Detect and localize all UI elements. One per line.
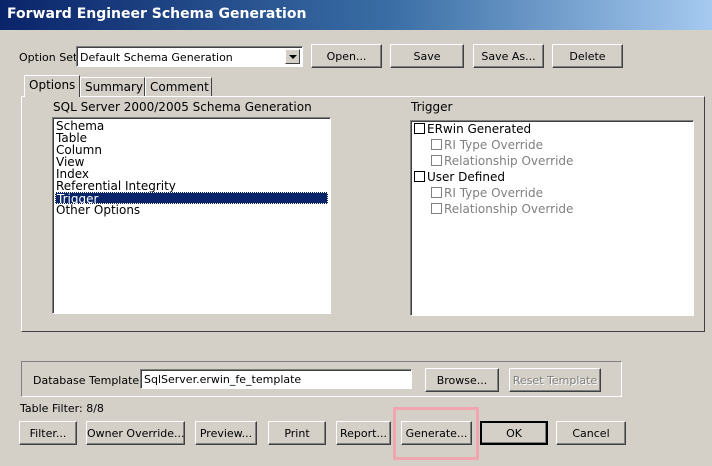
relationship-override-item-1: Relationship Override — [431, 154, 573, 170]
user-defined-item[interactable]: User Defined — [414, 170, 505, 186]
open-button[interactable]: Open... — [311, 44, 382, 68]
save-as-button[interactable]: Save As... — [473, 44, 544, 68]
relationship-override-item-2: Relationship Override — [431, 202, 573, 218]
ok-button[interactable]: OK — [480, 421, 548, 445]
relationship-override-checkbox-1 — [431, 155, 442, 166]
list-item-referential-integrity[interactable]: Referential Integrity — [55, 180, 328, 192]
relationship-override-checkbox-2 — [431, 203, 442, 214]
window-title: Forward Engineer Schema Generation — [0, 0, 712, 30]
right-tree-heading: Trigger — [411, 100, 453, 114]
chevron-down-icon[interactable] — [285, 49, 300, 64]
schema-options-list[interactable]: Schema Table Column View Index Referenti… — [52, 117, 331, 314]
list-item-view[interactable]: View — [55, 156, 328, 168]
ri-type-override-item-2: RI Type Override — [431, 186, 543, 202]
browse-button[interactable]: Browse... — [425, 368, 499, 392]
template-label: Database Template: — [33, 374, 143, 387]
owner-override-button[interactable]: Owner Override... — [86, 421, 185, 445]
cancel-button[interactable]: Cancel — [556, 421, 626, 445]
save-button[interactable]: Save — [390, 44, 464, 68]
ri-type-override-checkbox-1 — [431, 139, 442, 150]
template-field[interactable]: SqlServer.erwin_fe_template — [140, 369, 412, 389]
erwin-generated-item[interactable]: ERwin Generated — [414, 122, 531, 138]
ri-type-override-item-1: RI Type Override — [431, 138, 543, 154]
option-set-label: Option Set: — [19, 51, 81, 64]
erwin-generated-checkbox[interactable] — [414, 123, 425, 134]
option-set-combo[interactable]: Default Schema Generation — [76, 46, 303, 67]
report-button[interactable]: Report... — [336, 421, 391, 445]
table-filter-status: Table Filter: 8/8 — [20, 402, 104, 415]
user-defined-checkbox[interactable] — [414, 171, 425, 182]
generate-highlight-frame — [393, 407, 479, 460]
tab-comment[interactable]: Comment — [145, 77, 212, 97]
filter-button[interactable]: Filter... — [19, 421, 77, 445]
option-set-value: Default Schema Generation — [80, 51, 233, 64]
left-list-heading: SQL Server 2000/2005 Schema Generation — [53, 100, 312, 114]
list-item-other-options[interactable]: Other Options — [55, 204, 328, 216]
tab-summary[interactable]: Summary — [80, 77, 145, 97]
reset-template-button: Reset Template — [509, 368, 601, 392]
template-value: SqlServer.erwin_fe_template — [144, 373, 302, 386]
ri-type-override-checkbox-2 — [431, 187, 442, 198]
list-item-schema[interactable]: Schema — [55, 120, 328, 132]
trigger-options-tree[interactable]: ERwin Generated RI Type Override Relatio… — [410, 120, 694, 316]
delete-button[interactable]: Delete — [552, 44, 623, 68]
preview-button[interactable]: Preview... — [195, 421, 257, 445]
print-button[interactable]: Print — [268, 421, 326, 445]
tab-options[interactable]: Options — [24, 75, 80, 97]
list-item-column[interactable]: Column — [55, 144, 328, 156]
